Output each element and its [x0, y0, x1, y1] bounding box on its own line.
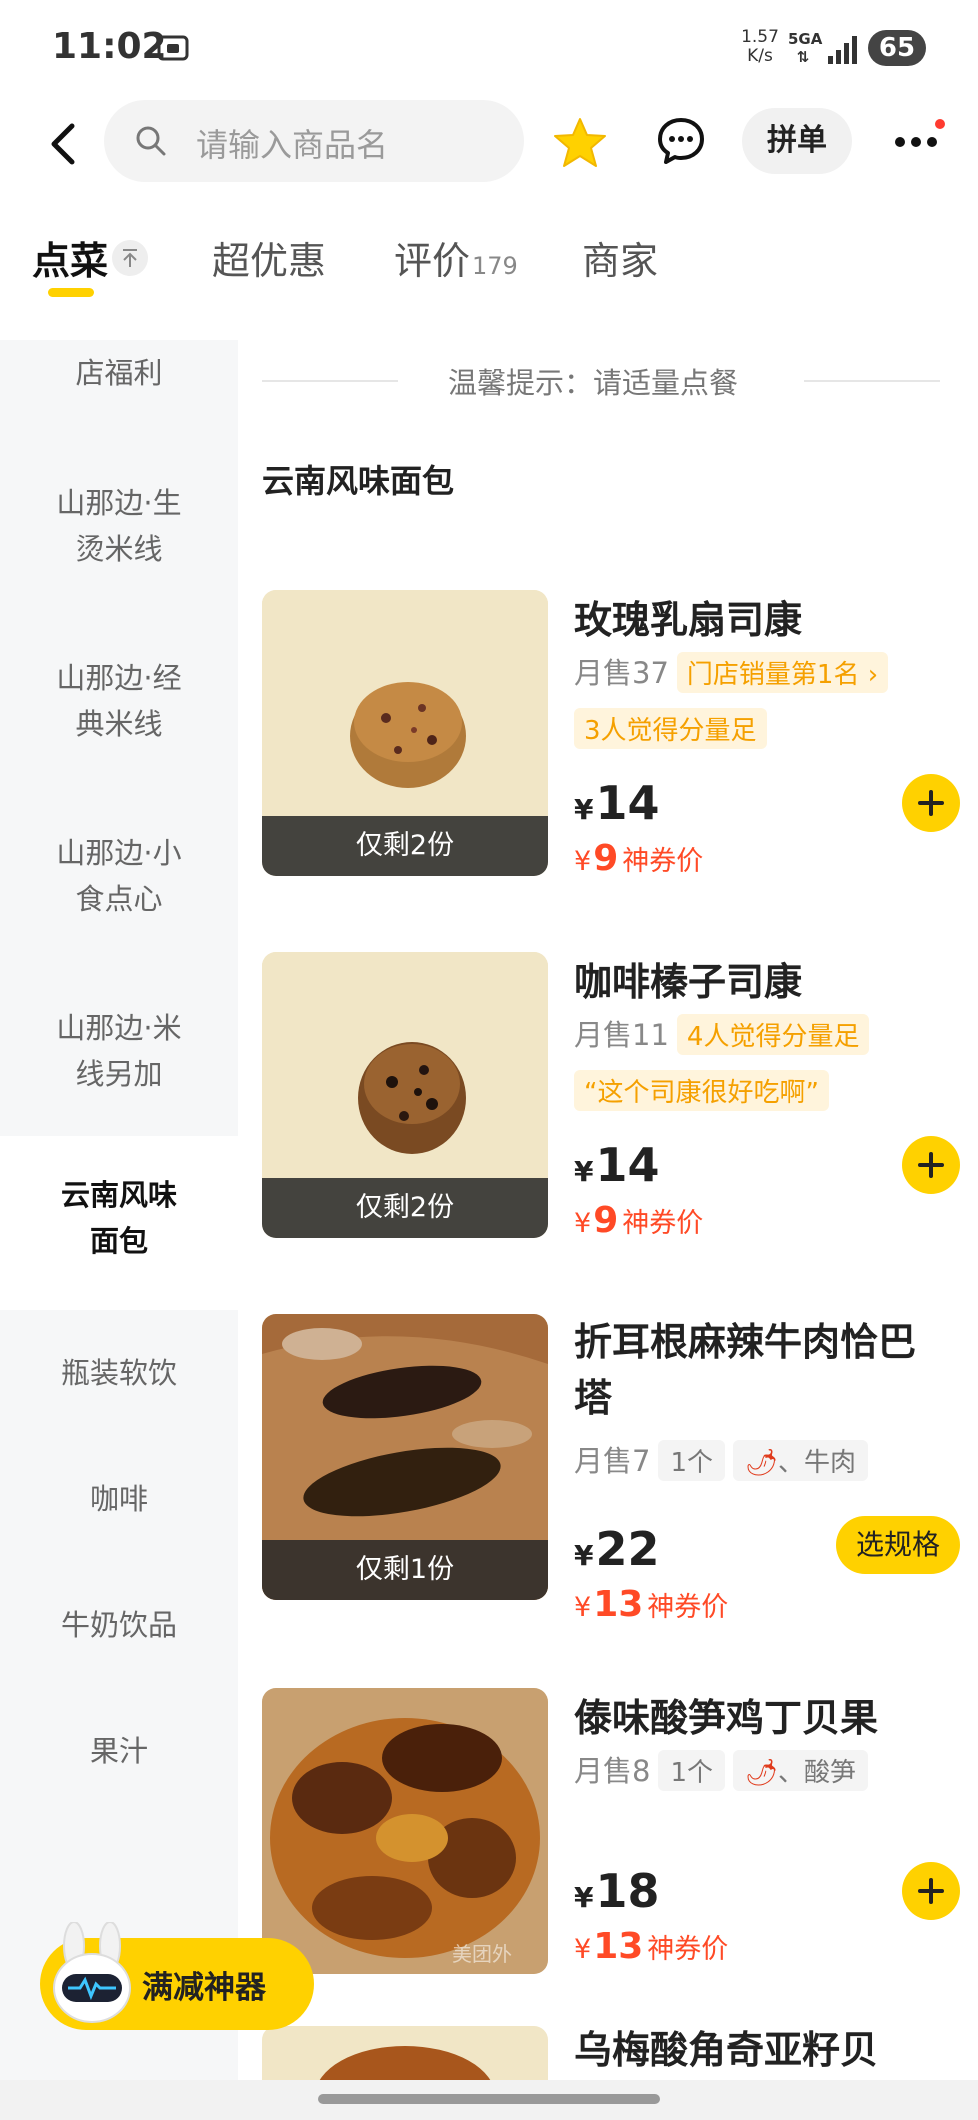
item-tags: 月售37 门店销量第1名 ›: [574, 650, 889, 693]
notice-banner: 温馨提示：请适量点餐: [238, 360, 978, 400]
tab-bar: 点菜 超优惠 评价179 商家: [0, 220, 978, 310]
coupon-price: ¥9 神券价: [574, 838, 704, 879]
coupon-price: ¥9 神券价: [574, 1200, 704, 1241]
message-icon[interactable]: [656, 116, 706, 166]
select-spec-button[interactable]: 选规格: [836, 1516, 960, 1574]
menu-item[interactable]: 仅剩2份 玫瑰乳扇司康 月售37 门店销量第1名 › 3人觉得分量足 ¥14 ¥9…: [262, 590, 962, 890]
item-price: ¥14: [574, 776, 660, 830]
spicy-tag: 🌶、酸笋: [733, 1750, 869, 1791]
home-indicator[interactable]: [318, 2094, 660, 2104]
add-to-cart-button[interactable]: [902, 774, 960, 832]
item-name: 折耳根麻辣牛肉恰巴塔: [574, 1320, 917, 1420]
item-tags: 月售11 4人觉得分量足: [574, 1012, 870, 1055]
bagel-image: [319, 2046, 491, 2080]
stock-remaining: 仅剩2份: [262, 816, 548, 876]
menu-item[interactable]: 乌梅酸角奇亚籽贝: [262, 2026, 962, 2080]
menu-item[interactable]: 美团外 傣味酸笋鸡丁贝果 月售8 1个 🌶、酸笋 ¥18 ¥13 神券价: [262, 1688, 962, 1978]
item-price: ¥18: [574, 1864, 660, 1918]
review-count: 179: [472, 252, 518, 280]
add-to-cart-button[interactable]: [902, 1136, 960, 1194]
sidebar-item-coffee[interactable]: 咖啡: [0, 1476, 238, 1522]
search-icon: [136, 126, 166, 156]
active-tab-indicator: [48, 288, 94, 297]
sidebar-item-juice[interactable]: 果汁: [0, 1728, 238, 1774]
tab-reviews[interactable]: 评价179: [394, 230, 518, 285]
battery-indicator: 65: [868, 30, 926, 66]
product-image[interactable]: 美团外: [262, 1688, 548, 1974]
pin-top-icon[interactable]: [112, 240, 148, 276]
status-time: 11:02: [52, 26, 167, 67]
divider: [262, 380, 398, 382]
stock-remaining: 仅剩2份: [262, 1178, 548, 1238]
system-nav-bar: [0, 2080, 978, 2120]
menu-item[interactable]: 仅剩1份 折耳根麻辣牛肉恰巴塔 月售7 1个 🌶、牛肉 ¥22 ¥13 神券价 选规格: [262, 1314, 962, 1634]
screenshot-icon: [157, 35, 189, 61]
discount-helper-button[interactable]: 满减神器: [40, 1922, 314, 2030]
back-icon[interactable]: [46, 120, 82, 168]
product-image[interactable]: 仅剩2份: [262, 952, 548, 1238]
item-tags: 月售8 1个 🌶、酸笋: [574, 1748, 869, 1791]
product-image[interactable]: [262, 2026, 548, 2080]
menu-item[interactable]: 仅剩2份 咖啡榛子司康 月售11 4人觉得分量足 “这个司康很好吃啊” ¥14 ¥…: [262, 952, 962, 1252]
robot-rabbit-icon: [53, 1922, 131, 2023]
sales-rank-tag[interactable]: 门店销量第1名 ›: [676, 652, 889, 693]
divider: [804, 380, 940, 382]
menu-content: 温馨提示：请适量点餐 云南风味面包 仅剩2份 玫瑰乳扇司康 月售37 门店销量第1…: [238, 340, 978, 2080]
item-price: ¥22: [574, 1522, 660, 1576]
coupon-price: ¥13 神券价: [574, 1926, 729, 1967]
sidebar-item-bottled-drinks[interactable]: 瓶装软饮: [0, 1350, 238, 1396]
bagel-image: [262, 1688, 548, 1974]
tab-merchant[interactable]: 商家: [582, 230, 658, 285]
notice-text: 温馨提示：请适量点餐: [448, 366, 739, 400]
item-price: ¥14: [574, 1138, 660, 1192]
product-image[interactable]: 仅剩1份: [262, 1314, 548, 1600]
spicy-tag: 🌶、牛肉: [733, 1440, 869, 1481]
chili-icon: 🌶: [745, 1758, 779, 1788]
stock-remaining: 仅剩1份: [262, 1540, 548, 1600]
item-tags: 月售7 1个 🌶、牛肉: [574, 1438, 869, 1481]
sidebar-item-fresh-rice-noodle[interactable]: 山那边·生烫米线: [0, 480, 238, 572]
product-image[interactable]: 仅剩2份: [262, 590, 548, 876]
item-tags-second-row: “这个司康很好吃啊”: [574, 1070, 829, 1111]
net-speed: 1.57 K/s: [741, 27, 779, 66]
tab-order[interactable]: 点菜: [32, 230, 108, 285]
search-placeholder: 请输入商品名: [196, 126, 389, 164]
item-name: 傣味酸笋鸡丁贝果: [574, 1696, 879, 1740]
add-to-cart-button[interactable]: [902, 1862, 960, 1920]
sidebar-item-noodle-extras[interactable]: 山那边·米线另加: [0, 1005, 238, 1097]
sidebar-item-store-benefits[interactable]: 店福利: [0, 350, 238, 406]
item-name: 咖啡榛子司康: [574, 960, 803, 1004]
sidebar-item-snacks[interactable]: 山那边·小食点心: [0, 830, 238, 922]
discount-helper-label: 满减神器: [142, 1970, 266, 2006]
category-sidebar: 店福利 山那边·生烫米线 山那边·经典米线 山那边·小食点心 山那边·米线另加 …: [0, 340, 238, 2080]
top-navigation: 请输入商品名 拼单: [0, 100, 978, 210]
coupon-price: ¥13 神券价: [574, 1584, 729, 1625]
watermark: 美团外: [452, 1942, 512, 1966]
group-order-button[interactable]: 拼单: [742, 108, 852, 174]
net-type: 5GA ⇅: [788, 30, 823, 66]
item-tags-second-row: 3人觉得分量足: [574, 708, 767, 749]
item-name: 玫瑰乳扇司康: [574, 598, 803, 642]
sidebar-item-yunnan-bread[interactable]: 云南风味面包: [0, 1136, 238, 1310]
item-name: 乌梅酸角奇亚籽贝: [574, 2028, 879, 2072]
chili-icon: 🌶: [745, 1448, 779, 1478]
more-options-icon[interactable]: [888, 112, 948, 162]
search-input[interactable]: 请输入商品名: [104, 100, 524, 182]
section-title: 云南风味面包: [262, 462, 455, 500]
sidebar-item-classic-rice-noodle[interactable]: 山那边·经典米线: [0, 655, 238, 747]
sidebar-item-milk-drinks[interactable]: 牛奶饮品: [0, 1602, 238, 1648]
tab-deals[interactable]: 超优惠: [212, 230, 326, 285]
favorite-star-icon[interactable]: [552, 116, 608, 170]
signal-icon: [828, 36, 857, 64]
status-bar: 11:02 1.57 K/s 5GA ⇅ 65: [0, 0, 978, 100]
